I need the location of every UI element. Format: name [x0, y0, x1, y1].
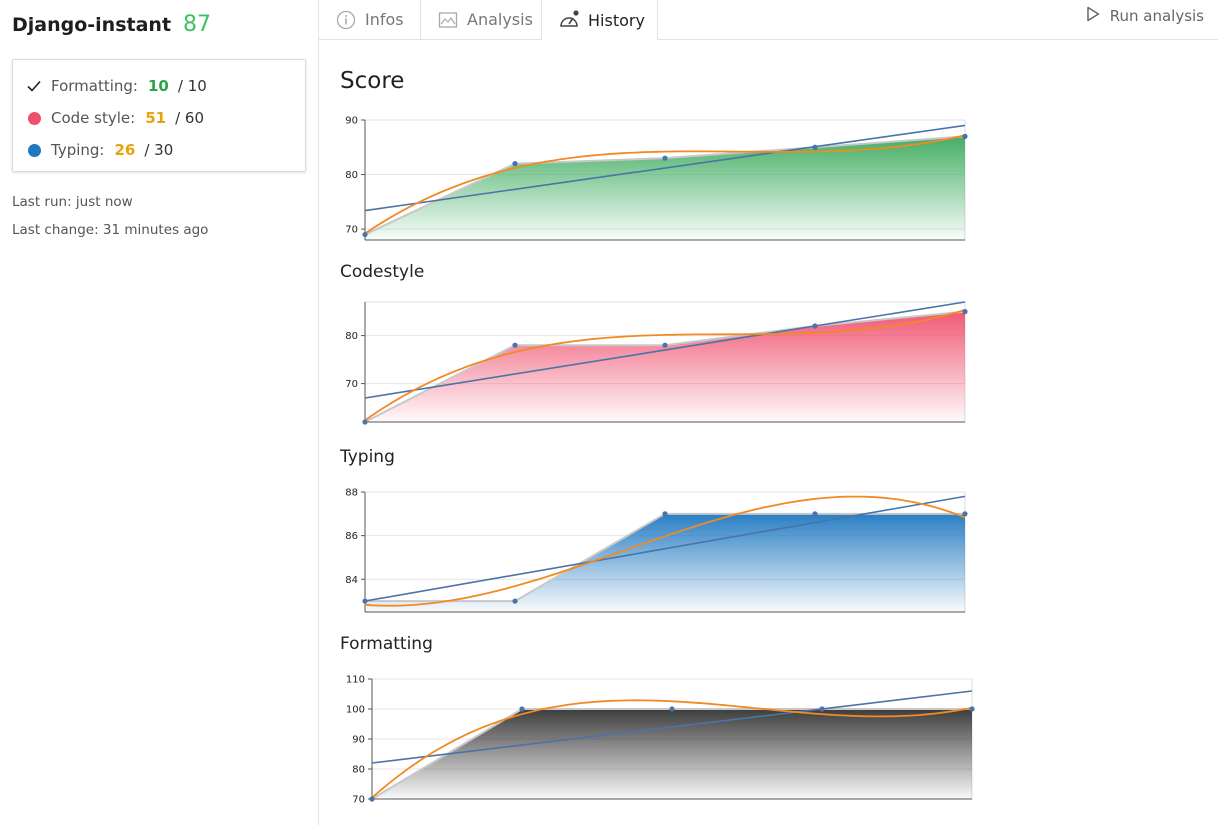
play-icon	[1086, 6, 1100, 26]
tab-history[interactable]: History	[541, 0, 658, 40]
typing-dot-icon	[27, 143, 41, 157]
sidebar: Django-instant 87 Formatting: 10 / 10 Co…	[0, 0, 319, 825]
codestyle-max: / 60	[175, 109, 204, 127]
data-point	[362, 598, 368, 604]
formatting-chart: 70 80 90 100 110	[346, 675, 975, 806]
y-tick-label: 80	[352, 765, 365, 776]
gauge-icon	[558, 9, 580, 31]
tab-infos[interactable]: Infos	[319, 0, 421, 39]
data-point	[512, 342, 518, 348]
typing-chart: 84 86 88	[345, 488, 968, 613]
data-point	[962, 309, 968, 315]
last-change: Last change: 31 minutes ago	[12, 222, 209, 238]
data-point	[669, 706, 675, 712]
tab-bar: Infos Analysis History Run analysis	[319, 0, 1218, 40]
score-summary-card: Formatting: 10 / 10 Code style: 51 / 60 …	[12, 59, 306, 172]
data-point	[512, 161, 518, 167]
summary-row-typing: Typing: 26 / 30	[27, 139, 173, 161]
last-run: Last run: just now	[12, 194, 133, 210]
typing-label: Typing:	[51, 141, 105, 159]
typing-value: 26	[114, 141, 136, 159]
typing-max: / 30	[144, 141, 174, 159]
y-tick-label: 70	[345, 379, 358, 390]
data-point	[962, 511, 968, 517]
tab-infos-label: Infos	[365, 10, 404, 29]
y-tick-label: 84	[345, 575, 358, 586]
codestyle-heading: Codestyle	[340, 262, 425, 282]
page-title: Score	[340, 68, 405, 94]
formatting-label: Formatting:	[51, 77, 138, 95]
series-area	[365, 513, 965, 612]
tab-history-label: History	[588, 10, 645, 30]
codestyle-dot-icon	[27, 111, 41, 125]
codestyle-label: Code style:	[51, 109, 136, 127]
data-point	[662, 155, 668, 161]
data-point	[819, 706, 825, 712]
data-point	[512, 598, 518, 604]
formatting-heading: Formatting	[340, 634, 433, 654]
data-point	[962, 133, 968, 139]
data-point	[812, 323, 818, 329]
data-point	[812, 511, 818, 517]
tab-analysis[interactable]: Analysis	[421, 0, 542, 39]
codestyle-chart: 70 80	[345, 301, 968, 425]
info-icon	[335, 9, 357, 31]
y-tick-label: 80	[345, 170, 358, 181]
project-score: 87	[183, 12, 211, 37]
series-area	[372, 709, 972, 799]
y-tick-label: 70	[345, 225, 358, 236]
score-chart: 70 80 90	[345, 116, 968, 241]
data-point	[362, 419, 368, 425]
data-point	[362, 231, 368, 238]
formatting-max: / 10	[177, 77, 207, 95]
tab-analysis-label: Analysis	[467, 10, 533, 29]
formatting-value: 10	[148, 77, 169, 95]
y-tick-label: 90	[352, 735, 365, 746]
data-point	[369, 796, 375, 802]
y-tick-label: 90	[345, 116, 358, 127]
data-point	[662, 511, 668, 517]
summary-row-formatting: Formatting: 10 / 10	[27, 75, 207, 97]
typing-heading: Typing	[340, 447, 395, 467]
data-point	[519, 706, 525, 712]
check-icon	[27, 79, 41, 93]
project-name: Django-instant	[12, 14, 172, 36]
codestyle-value: 51	[145, 109, 167, 127]
run-analysis-label: Run analysis	[1109, 7, 1204, 25]
run-analysis-button[interactable]: Run analysis	[1086, 6, 1204, 26]
y-tick-label: 110	[346, 675, 365, 686]
data-point	[662, 342, 668, 348]
data-point	[812, 144, 818, 150]
image-icon	[437, 9, 459, 31]
y-tick-label: 80	[345, 331, 358, 342]
y-tick-label: 70	[352, 795, 365, 806]
y-tick-label: 100	[346, 705, 365, 716]
y-tick-label: 88	[345, 488, 358, 499]
data-point	[969, 706, 975, 712]
y-tick-label: 86	[345, 531, 358, 542]
summary-row-codestyle: Code style: 51 / 60	[27, 107, 204, 129]
